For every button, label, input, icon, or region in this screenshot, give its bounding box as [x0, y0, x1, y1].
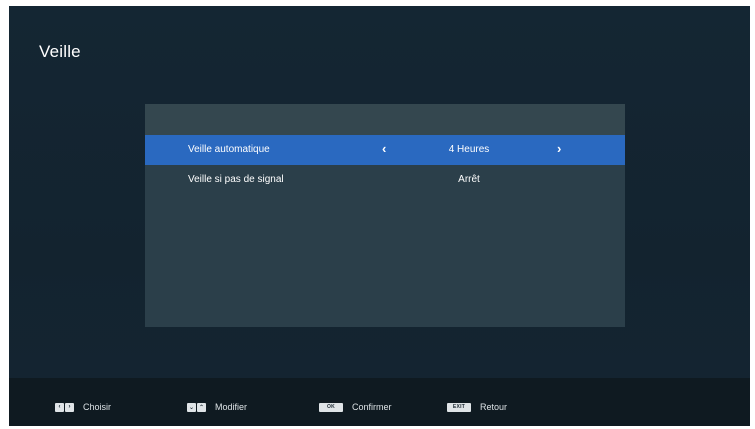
- hint-choisir: ‹ › Choisir: [55, 401, 111, 413]
- menu-item-value: 4 Heures: [448, 144, 490, 155]
- exit-key-icon: EXIT: [447, 402, 471, 412]
- hint-label: Retour: [480, 402, 508, 412]
- panel-header: [145, 104, 625, 135]
- chevron-left-key-icon: ‹: [55, 402, 64, 412]
- tv-screen: Veille Veille automatique ‹ 4 Heures › V…: [9, 6, 750, 426]
- hint-modifier: ⌄ ⌃ Modifier: [187, 401, 247, 413]
- chevron-right-key-icon: ›: [65, 402, 74, 412]
- arrow-up-key-icon: ⌃: [197, 402, 206, 412]
- arrow-down-key-icon: ⌄: [187, 402, 196, 412]
- hint-confirmer: OK Confirmer: [319, 401, 392, 413]
- footer-hint-bar: ‹ › Choisir ⌄ ⌃ Modifier OK Confirmer EX…: [9, 378, 750, 426]
- ok-key-icon: OK: [319, 402, 343, 412]
- menu-item-veille-si-pas-de-signal[interactable]: Veille si pas de signal Arrêt: [145, 165, 625, 195]
- hint-label: Modifier: [215, 402, 248, 412]
- menu-item-veille-automatique[interactable]: Veille automatique ‹ 4 Heures ›: [145, 135, 625, 165]
- chevron-left-icon[interactable]: ‹: [382, 141, 386, 156]
- chevron-right-icon[interactable]: ›: [557, 141, 561, 156]
- menu-item-label: Veille automatique: [188, 144, 270, 155]
- settings-panel: Veille automatique ‹ 4 Heures › Veille s…: [145, 104, 625, 327]
- page-title: Veille: [39, 42, 81, 61]
- hint-label: Confirmer: [352, 402, 392, 412]
- hint-label: Choisir: [83, 402, 112, 412]
- menu-item-label: Veille si pas de signal: [188, 174, 284, 185]
- menu-item-value: Arrêt: [458, 174, 480, 185]
- hint-retour: EXIT Retour: [447, 401, 507, 413]
